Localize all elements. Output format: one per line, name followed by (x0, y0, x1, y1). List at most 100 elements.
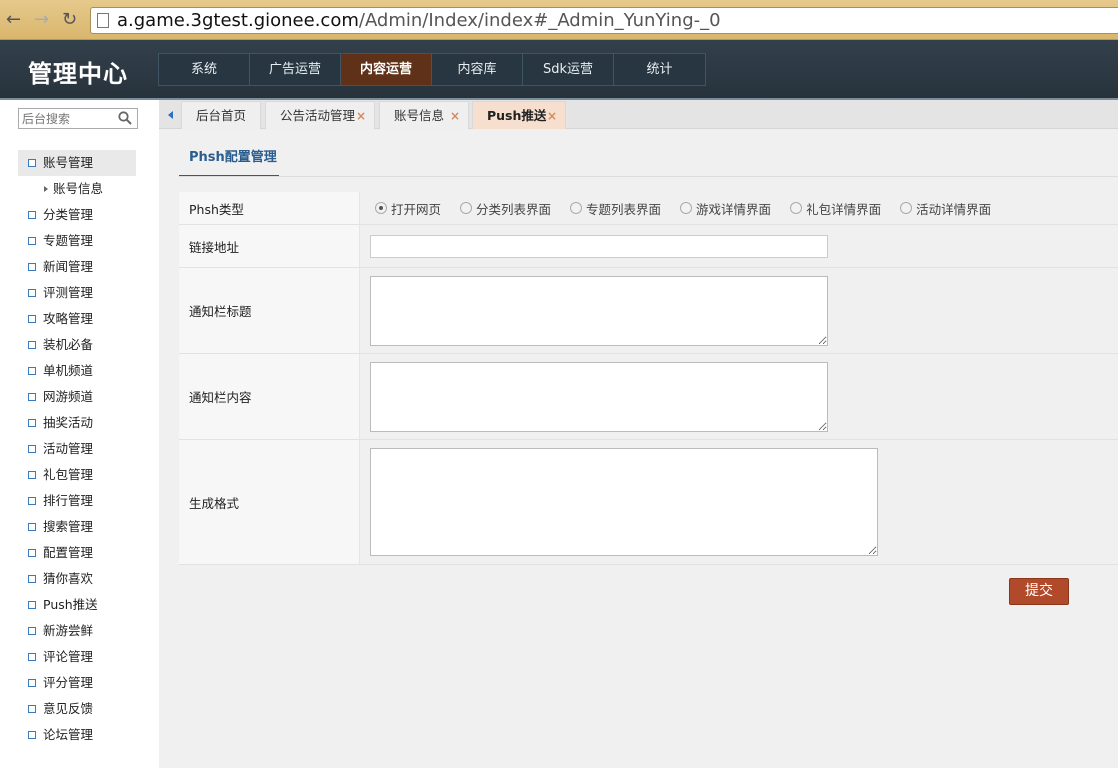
notification-content-textarea[interactable] (370, 362, 828, 432)
sidebar-item-topic[interactable]: 专题管理 (0, 228, 159, 254)
sidebar-item-label: 排行管理 (43, 493, 94, 508)
sidebar-item-config[interactable]: 配置管理 (0, 540, 159, 566)
bullet-icon (28, 731, 36, 739)
sidebar-item-single-player[interactable]: 单机频道 (0, 358, 159, 384)
sidebar-item-lottery[interactable]: 抽奖活动 (0, 410, 159, 436)
sidebar-item-essentials[interactable]: 装机必备 (0, 332, 159, 358)
sidebar-item-label: 配置管理 (43, 545, 94, 560)
close-icon[interactable]: × (356, 102, 366, 130)
notification-title-label: 通知栏标题 (179, 268, 360, 353)
top-nav: 系统 广告运营 内容运营 内容库 Sdk运营 统计 (158, 53, 706, 86)
bullet-icon (28, 289, 36, 297)
submit-button[interactable]: 提交 (1009, 578, 1069, 605)
format-label: 生成格式 (179, 440, 360, 564)
back-arrow-icon[interactable]: ← (6, 10, 21, 30)
radio-label: 活动详情界面 (916, 201, 992, 217)
search-icon[interactable] (118, 111, 132, 125)
close-icon[interactable]: × (547, 102, 557, 130)
sidebar-item-account[interactable]: 账号管理 (18, 150, 136, 176)
top-nav-content-library[interactable]: 内容库 (432, 54, 523, 85)
tab-scroll-left-icon[interactable] (161, 100, 181, 129)
section-divider (179, 176, 1118, 177)
top-nav-system[interactable]: 系统 (159, 54, 250, 85)
sidebar-item-activity[interactable]: 活动管理 (0, 436, 159, 462)
type-label: Phsh类型 (179, 192, 360, 224)
sidebar-item-push[interactable]: Push推送 (0, 592, 159, 618)
sidebar-subitem-label: 账号信息 (53, 181, 104, 196)
sidebar-item-feedback[interactable]: 意见反馈 (0, 696, 159, 722)
radio-icon (570, 202, 583, 214)
radio-icon (900, 202, 913, 214)
sidebar-item-ranking[interactable]: 排行管理 (0, 488, 159, 514)
sidebar-item-label: 攻略管理 (43, 311, 94, 326)
top-nav-statistics[interactable]: 统计 (614, 54, 705, 85)
radio-activity-detail[interactable]: 活动详情界面 (900, 199, 991, 218)
close-icon[interactable]: × (450, 102, 460, 130)
sidebar-item-search[interactable]: 搜索管理 (0, 514, 159, 540)
sidebar-item-forum[interactable]: 论坛管理 (0, 722, 159, 748)
radio-topic-list[interactable]: 专题列表界面 (570, 199, 661, 218)
sidebar-item-online-games[interactable]: 网游频道 (0, 384, 159, 410)
triangle-right-icon (44, 186, 48, 192)
radio-icon (460, 202, 473, 214)
sidebar-item-guide[interactable]: 攻略管理 (0, 306, 159, 332)
tab-account-info[interactable]: 账号信息 × (379, 101, 469, 129)
sidebar-item-label: 分类管理 (43, 207, 94, 222)
bullet-icon (28, 211, 36, 219)
radio-game-detail[interactable]: 游戏详情界面 (680, 199, 771, 218)
top-nav-sdk-ops[interactable]: Sdk运营 (523, 54, 614, 85)
top-nav-ad-ops[interactable]: 广告运营 (250, 54, 341, 85)
form-row-link: 链接地址 (179, 225, 1118, 268)
tab-label: 账号信息 (394, 108, 445, 123)
sidebar-item-label: 单机频道 (43, 363, 94, 378)
bullet-icon (28, 575, 36, 583)
bullet-icon (28, 367, 36, 375)
tab-push[interactable]: Push推送 × (472, 101, 566, 129)
search-input[interactable] (19, 109, 115, 128)
link-url-input[interactable] (370, 235, 828, 258)
sidebar-item-label: 评测管理 (43, 285, 94, 300)
form-row-title: 通知栏标题 (179, 268, 1118, 354)
bullet-icon (28, 471, 36, 479)
sidebar-item-label: Push推送 (43, 597, 98, 612)
bullet-icon (28, 705, 36, 713)
sidebar-item-comments[interactable]: 评论管理 (0, 644, 159, 670)
address-bar[interactable]: a.game.3gtest.gionee.com/Admin/Index/ind… (90, 7, 1118, 34)
bullet-icon (28, 263, 36, 271)
format-textarea[interactable] (370, 448, 878, 556)
reload-icon[interactable]: ↻ (62, 10, 77, 30)
bullet-icon (28, 445, 36, 453)
tab-announcements[interactable]: 公告活动管理 × (265, 101, 375, 129)
browser-toolbar: ← → ↻ a.game.3gtest.gionee.com/Admin/Ind… (0, 0, 1118, 40)
sidebar-subitem-account-info[interactable]: 账号信息 (0, 176, 159, 202)
radio-gift-detail[interactable]: 礼包详情界面 (790, 199, 881, 218)
sidebar-item-news[interactable]: 新闻管理 (0, 254, 159, 280)
section-title[interactable]: Phsh配置管理 (179, 143, 279, 177)
push-config-form: Phsh类型 打开网页 分类列表界面 专题列表界面 游戏详情界面 礼包详情界面 … (179, 192, 1118, 565)
sidebar-item-review[interactable]: 评测管理 (0, 280, 159, 306)
sidebar-item-guess-you-like[interactable]: 猜你喜欢 (0, 566, 159, 592)
sidebar-item-category[interactable]: 分类管理 (0, 202, 159, 228)
sidebar-item-label: 新闻管理 (43, 259, 94, 274)
sidebar-item-new-games[interactable]: 新游尝鲜 (0, 618, 159, 644)
tab-label: 公告活动管理 (280, 108, 356, 123)
sidebar-item-label: 评论管理 (43, 649, 94, 664)
bullet-icon (28, 523, 36, 531)
bullet-icon (28, 341, 36, 349)
radio-label: 打开网页 (391, 201, 442, 217)
link-label: 链接地址 (179, 225, 360, 267)
radio-icon (790, 202, 803, 214)
tab-home[interactable]: 后台首页 (181, 101, 261, 129)
top-nav-content-ops[interactable]: 内容运营 (341, 54, 432, 85)
forward-arrow-icon[interactable]: → (34, 10, 49, 30)
sidebar-item-ratings[interactable]: 评分管理 (0, 670, 159, 696)
radio-open-webpage[interactable]: 打开网页 (375, 199, 441, 218)
bullet-icon (28, 497, 36, 505)
sidebar-item-gift[interactable]: 礼包管理 (0, 462, 159, 488)
notification-title-textarea[interactable] (370, 276, 828, 346)
sidebar: 账号管理 账号信息 分类管理 专题管理 新闻管理 评测管理 攻略管理 装机必备 … (0, 100, 159, 768)
form-row-format: 生成格式 (179, 440, 1118, 565)
sidebar-item-label: 意见反馈 (43, 701, 94, 716)
bullet-icon (28, 419, 36, 427)
radio-category-list[interactable]: 分类列表界面 (460, 199, 551, 218)
